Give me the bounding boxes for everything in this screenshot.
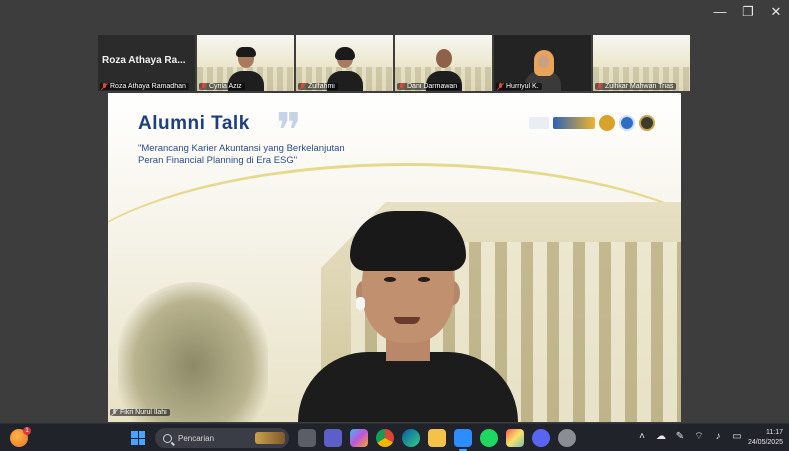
participant-tile[interactable]: Zulfahmi — [296, 35, 393, 91]
participant-label: Cyrila Aziz — [199, 83, 245, 90]
presenter-video — [298, 211, 518, 422]
cloud-icon[interactable]: ☁ — [655, 431, 667, 443]
emblem-logo-icon — [599, 115, 615, 131]
active-speaker-label: Fikri Nurul Ilahi — [110, 409, 170, 416]
participant-label: Dani Darmawan — [397, 83, 461, 90]
chrome-icon[interactable] — [376, 429, 394, 447]
search-icon — [163, 433, 172, 443]
window-controls: — ❐ ✕ — [713, 4, 783, 20]
spotify-icon[interactable] — [480, 429, 498, 447]
earbud — [356, 297, 365, 310]
participant-name: Zulfikar Mahwan Trias — [605, 83, 674, 90]
settings-icon[interactable] — [558, 429, 576, 447]
background-tree — [118, 282, 268, 422]
task-view-icon[interactable] — [298, 429, 316, 447]
minimize-icon[interactable]: — — [713, 4, 727, 20]
participant-name: Cyrila Aziz — [209, 83, 242, 90]
mic-muted-icon — [497, 83, 504, 90]
clock-time: 11:17 — [766, 429, 783, 436]
participant-label: Roza Athaya Ramadhan — [100, 83, 189, 90]
university-logo-icon — [553, 117, 595, 129]
teams-icon[interactable] — [324, 429, 342, 447]
association-logo-icon — [529, 117, 549, 129]
seal-logo-icon — [639, 115, 655, 131]
taskbar-clock[interactable]: 11:17 24/05/2025 — [748, 428, 783, 448]
file-explorer-icon[interactable] — [428, 429, 446, 447]
taskbar-search-box[interactable]: Pencarian — [155, 428, 289, 448]
slide-title: Alumni Talk — [138, 113, 250, 134]
participant-tile[interactable]: Cyrila Aziz — [197, 35, 294, 91]
participant-strip: Roza Athaya Ra... Roza Athaya Ramadhan C… — [98, 35, 690, 91]
zoom-icon[interactable] — [454, 429, 472, 451]
pen-icon[interactable]: ✎ — [674, 431, 686, 443]
zoom-meeting-window: — ❐ ✕ Roza Athaya Ra... Roza Athaya Rama… — [0, 0, 789, 451]
chevron-up-icon[interactable]: ˄ — [636, 431, 648, 443]
participant-name: Roza Athaya Ramadhan — [110, 83, 186, 90]
participant-big-name: Roza Athaya Ra... — [102, 55, 186, 66]
windows-taskbar: 1 Pencarian ˄ ☁ ✎ ⌔ ♪ ▭ 11:17 24/05/2025 — [0, 423, 789, 451]
slide-subtitle-line: Peran Financial Planning di Era ESG" — [138, 155, 298, 166]
mic-muted-icon — [111, 409, 118, 416]
participant-tile[interactable]: Roza Athaya Ra... Roza Athaya Ramadhan — [98, 35, 195, 91]
volume-icon[interactable]: ♪ — [712, 431, 724, 443]
copilot-icon[interactable] — [350, 429, 368, 447]
taskbar-apps — [298, 429, 576, 451]
close-icon[interactable]: ✕ — [769, 4, 783, 20]
wifi-icon[interactable]: ⌔ — [693, 431, 705, 443]
participant-label: Hurriyul K. — [496, 83, 542, 90]
restore-icon[interactable]: ❐ — [741, 4, 755, 20]
start-button[interactable] — [131, 431, 145, 445]
participant-tile[interactable]: Dani Darmawan — [395, 35, 492, 91]
search-placeholder: Pencarian — [178, 433, 215, 443]
participant-name: Dani Darmawan — [407, 83, 458, 90]
search-highlight-image — [255, 432, 285, 444]
edge-icon[interactable] — [402, 429, 420, 447]
mic-muted-icon — [398, 83, 405, 90]
mic-muted-icon — [596, 83, 603, 90]
partner-logos — [529, 115, 655, 131]
participant-name: Zulfahmi — [308, 83, 335, 90]
participant-label: Zulfahmi — [298, 83, 338, 90]
weather-widget[interactable]: 1 — [10, 427, 31, 447]
participant-tile[interactable]: Zulfikar Mahwan Trias — [593, 35, 690, 91]
mic-muted-icon — [200, 83, 207, 90]
battery-icon[interactable]: ▭ — [731, 431, 743, 443]
circle-logo-icon — [619, 115, 635, 131]
photos-icon[interactable] — [506, 429, 524, 447]
active-speaker-name: Fikri Nurul Ilahi — [120, 409, 167, 416]
slide-subtitle: "Merancang Karier Akuntansi yang Berkela… — [138, 143, 345, 167]
clock-date: 24/05/2025 — [747, 439, 783, 446]
weather-icon: 1 — [10, 427, 31, 447]
mic-muted-icon — [101, 83, 108, 90]
participant-tile[interactable]: Hurriyul K. — [494, 35, 591, 91]
discord-icon[interactable] — [532, 429, 550, 447]
active-speaker-video[interactable]: Alumni Talk ❞ "Merancang Karier Akuntans… — [108, 93, 681, 422]
slide-subtitle-line: "Merancang Karier Akuntansi yang Berkela… — [138, 143, 345, 154]
system-tray: ˄ ☁ ✎ ⌔ ♪ ▭ — [636, 431, 743, 443]
notification-badge: 1 — [23, 427, 31, 435]
participant-name: Hurriyul K. — [506, 83, 539, 90]
participant-label: Zulfikar Mahwan Trias — [595, 83, 677, 90]
mic-muted-icon — [299, 83, 306, 90]
